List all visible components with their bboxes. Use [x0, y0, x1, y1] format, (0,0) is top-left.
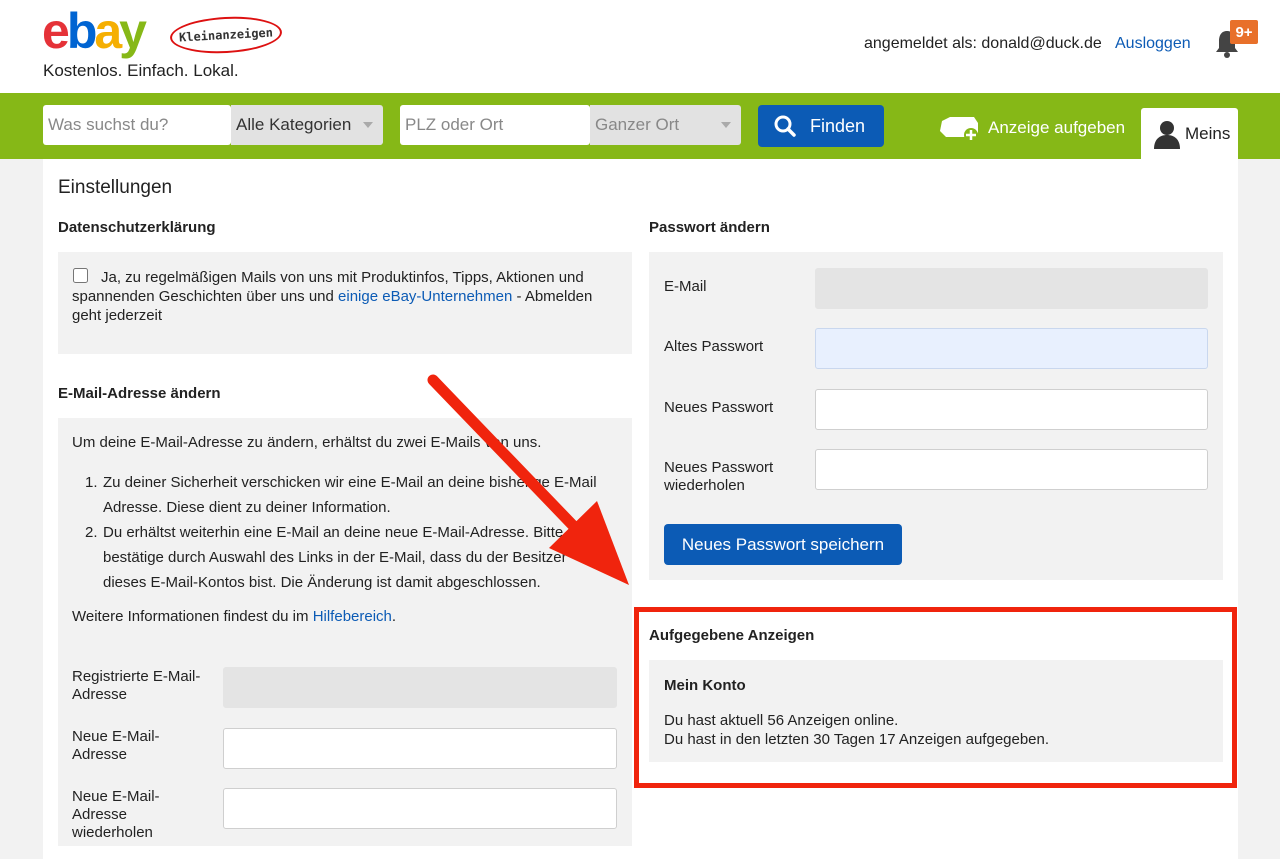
new-password-label: Neues Passwort — [664, 399, 774, 416]
privacy-section-title: Datenschutzerklärung — [58, 219, 216, 236]
page-title: Einstellungen — [58, 177, 173, 198]
chevron-down-icon — [363, 122, 373, 128]
repeat-password-label: Neues Passwort wiederholen — [664, 459, 774, 494]
registered-email-field — [223, 667, 617, 708]
ebay-companies-link[interactable]: einige eBay-Unternehmen — [338, 288, 512, 305]
chevron-down-icon — [721, 122, 731, 128]
user-icon — [1154, 120, 1180, 149]
new-email-field[interactable] — [223, 728, 617, 769]
search-input[interactable]: Was suchst du? — [43, 105, 231, 145]
category-select[interactable]: Alle Kategorien — [231, 105, 383, 145]
category-select-value: Alle Kategorien — [236, 115, 352, 134]
post-ad-button[interactable]: Anzeige aufgeben — [938, 113, 1125, 143]
email-intro: Um deine E-Mail-Adresse zu ändern, erhäl… — [72, 434, 542, 451]
find-button-label: Finden — [810, 115, 866, 136]
find-button[interactable]: Finden — [758, 105, 884, 147]
save-password-button[interactable]: Neues Passwort speichern — [664, 524, 902, 565]
radius-select[interactable]: Ganzer Ort — [590, 105, 741, 145]
search-bar: Was suchst du? Alle Kategorien PLZ oder … — [0, 93, 1280, 159]
repeat-email-field[interactable] — [223, 788, 617, 829]
list-item: 2. Du erhältst weiterhin eine E-Mail an d… — [85, 524, 567, 591]
tagline: Kostenlos. Einfach. Lokal. — [43, 61, 239, 80]
notification-badge: 9+ — [1230, 20, 1258, 44]
registered-email-label: Registrierte E-Mail-Adresse — [72, 668, 201, 703]
location-input[interactable]: PLZ oder Ort — [400, 105, 590, 145]
new-email-label: Neue E-Mail-Adresse — [72, 728, 160, 763]
radius-select-value: Ganzer Ort — [595, 115, 680, 134]
kleinanzeigen-badge: Kleinanzeigen — [169, 14, 283, 56]
old-password-label: Altes Passwort — [664, 338, 764, 355]
old-password-field[interactable] — [815, 328, 1208, 369]
password-email-label: E-Mail — [664, 278, 707, 295]
privacy-consent-text: Ja, zu regelmäßigen Mails von uns mit Pr… — [72, 269, 593, 324]
new-password-field[interactable] — [815, 389, 1208, 430]
email-section-title: E-Mail-Adresse ändern — [58, 385, 221, 402]
account-menu[interactable]: Meins — [1141, 108, 1238, 159]
site-header: ebay Kleinanzeigen Kostenlos. Einfach. L… — [0, 0, 1280, 93]
password-section-title: Passwort ändern — [649, 219, 770, 236]
post-ad-label: Anzeige aufgeben — [988, 118, 1126, 137]
logout-link[interactable]: Ausloggen — [1115, 35, 1191, 53]
account-menu-label: Meins — [1185, 123, 1231, 143]
repeat-email-label: Neue E-Mail-Adresse wiederholen — [72, 788, 160, 841]
email-steps: 1. Zu deiner Sicherheit verschicken wir e… — [85, 470, 605, 595]
help-link[interactable]: Hilfebereich — [313, 608, 392, 625]
login-info: angemeldet als: donald@duck.de — [864, 35, 1102, 52]
password-email-field — [815, 268, 1208, 309]
search-icon — [774, 115, 796, 137]
list-item: 1. Zu deiner Sicherheit verschicken wir e… — [85, 474, 597, 516]
ebay-logo[interactable]: ebay — [42, 6, 147, 56]
repeat-password-field[interactable] — [815, 449, 1208, 490]
email-info: Weitere Informationen findest du im Hilf… — [72, 608, 397, 625]
add-listing-icon — [940, 117, 978, 142]
highlight-box — [634, 607, 1237, 788]
